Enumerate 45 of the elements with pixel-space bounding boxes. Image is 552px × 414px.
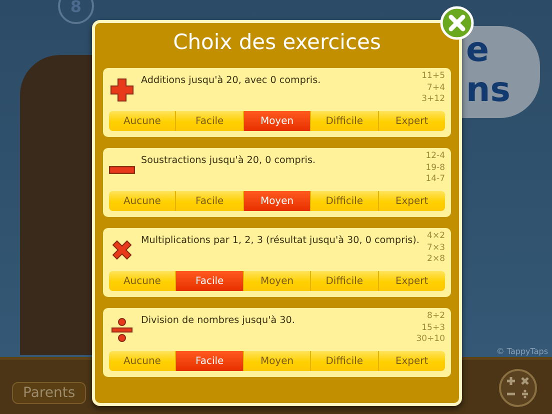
difficulty-option[interactable]: Facile [176,191,244,211]
difficulty-option[interactable]: Aucune [109,111,176,131]
example-text: 30÷10 [416,334,445,346]
difficulty-option[interactable]: Moyen [244,351,312,371]
difficulty-option[interactable]: Aucune [109,351,176,371]
example-text: 3+12 [422,94,445,106]
example-text: 7×3 [427,242,445,254]
exercise-description: Division de nombres jusqu'à 30. [141,314,296,328]
difficulty-option[interactable]: Expert [378,271,445,291]
game-title-text: ns [466,70,510,110]
difficulty-option[interactable]: Expert [378,111,445,131]
parents-button[interactable]: Parents [12,382,86,404]
math-symbols-icon[interactable] [498,368,538,408]
example-text: 11+5 [422,71,445,82]
divide-icon [109,317,135,343]
example-text: 7+4 [427,82,445,94]
example-text: 14-7 [426,174,445,186]
difficulty-option[interactable]: Difficile [311,111,379,131]
difficulty-option[interactable]: Moyen [244,191,312,211]
copyright-text: © TappyTaps [496,347,548,356]
difficulty-option[interactable]: Difficile [311,191,379,211]
exercise-description: Multiplications par 1, 2, 3 (résultat jusqu'à 30, 0 compris). [141,234,420,248]
example-text: 12-4 [426,151,445,162]
game-title-text: e [466,30,490,70]
example-text: 19-8 [426,162,445,174]
difficulty-option[interactable]: Aucune [109,271,176,291]
difficulty-option[interactable]: Difficile [311,271,379,291]
difficulty-option[interactable]: Expert [378,191,445,211]
difficulty-option[interactable]: Facile [176,111,244,131]
difficulty-option[interactable]: Expert [378,351,445,371]
difficulty-option[interactable]: Facile [176,351,244,371]
difficulty-option[interactable]: Moyen [244,271,312,291]
difficulty-option[interactable]: Aucune [109,191,176,211]
plus-icon [109,77,135,103]
exercise-description: Additions jusqu'à 20, avec 0 compris. [141,74,322,88]
difficulty-option[interactable]: Difficile [311,351,379,371]
difficulty-option[interactable]: Moyen [244,111,312,131]
difficulty-option[interactable]: Facile [176,271,244,291]
exercise-description: Soustractions jusqu'à 20, 0 compris. [141,154,317,168]
example-text: 15÷3 [422,322,445,334]
example-text: 8÷2 [427,311,445,322]
minus-icon [109,166,135,174]
example-text: 4×2 [427,231,445,242]
example-text: 2×8 [427,254,445,266]
dialog-title: Choix des exercices [173,29,381,55]
